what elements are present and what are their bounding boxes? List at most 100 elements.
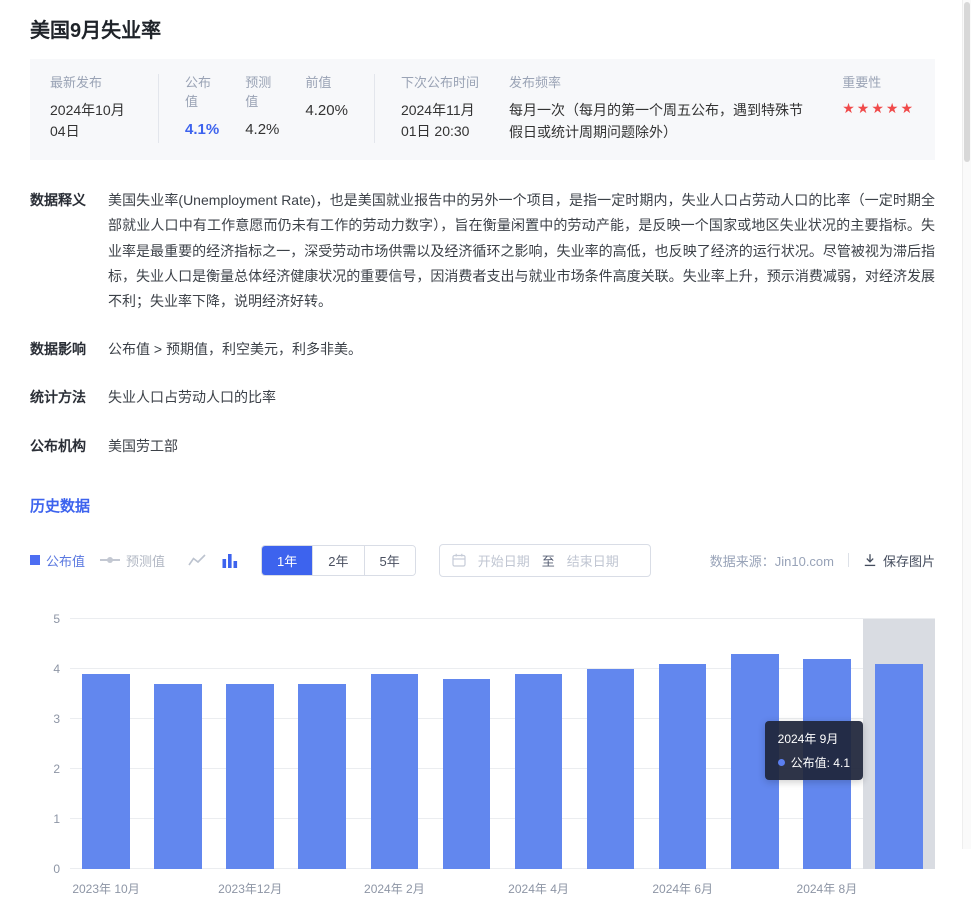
legend-square-icon (30, 555, 40, 565)
tab-2year[interactable]: 2年 (312, 546, 363, 575)
bar-slot-2023年12月[interactable] (214, 619, 286, 869)
x-axis-tick: 2023年12月 (218, 880, 282, 897)
bar[interactable] (298, 684, 346, 869)
info-label: 重要性 (842, 74, 915, 93)
x-axis-tick: 2024年 8月 (797, 880, 858, 897)
legend-label: 预测值 (126, 551, 165, 570)
section-label: 统计方法 (30, 385, 108, 410)
bar-chart-icon[interactable] (222, 553, 238, 568)
bar[interactable] (371, 674, 419, 869)
x-axis-tick: 2024年 4月 (508, 880, 569, 897)
legend-forecast[interactable]: 预测值 (100, 551, 165, 570)
bar[interactable] (443, 679, 491, 869)
bar[interactable] (515, 674, 563, 869)
x-axis-tick: 2024年 6月 (652, 880, 713, 897)
unemployment-bar-chart: 012345 2024年 9月 公布值: 4.1 2023年 10月 2023年1… (30, 619, 935, 901)
bar-slot-2024年8月[interactable] (791, 619, 863, 869)
bar-slot-2024年4月[interactable] (502, 619, 574, 869)
y-axis-tick: 2 (53, 762, 60, 776)
info-previous-value: 前值 4.20% (305, 74, 348, 122)
tab-5year[interactable]: 5年 (364, 546, 415, 575)
legend-label: 公布值 (46, 551, 85, 570)
bar-slot-2024年2月[interactable] (358, 619, 430, 869)
info-label: 发布频率 (509, 74, 809, 93)
description-sections: 数据释义 美国失业率(Unemployment Rate)，也是美国就业报告中的… (30, 188, 935, 459)
date-range-to-label: 至 (542, 551, 555, 570)
section-data-impact: 数据影响 公布值 > 预期值，利空美元，利多非美。 (30, 337, 935, 362)
section-statistics-method: 统计方法 失业人口占劳动人口的比率 (30, 385, 935, 410)
y-axis-tick: 1 (53, 812, 60, 826)
info-label: 最新发布 (50, 74, 132, 93)
bar-slot-2024年6月[interactable] (647, 619, 719, 869)
toolbar-divider (848, 553, 849, 567)
bar-slot-2023年10月[interactable] (70, 619, 142, 869)
section-content: 失业人口占劳动人口的比率 (108, 385, 935, 410)
info-divider (158, 74, 159, 143)
chart-type-switcher (188, 553, 238, 568)
y-axis: 012345 (30, 619, 66, 869)
save-image-label: 保存图片 (883, 551, 935, 570)
info-label: 下次公布时间 (401, 74, 483, 93)
x-axis-tick: 2024年 2月 (364, 880, 425, 897)
y-axis-tick: 4 (53, 662, 60, 676)
section-label: 数据释义 (30, 188, 108, 314)
bar[interactable] (226, 684, 274, 869)
info-latest-release: 最新发布 2024年10月04日 (50, 74, 132, 142)
bar[interactable] (154, 684, 202, 869)
importance-stars: ★★★★★ (842, 100, 915, 117)
bar[interactable] (82, 674, 130, 869)
info-release-frequency: 发布频率 每月一次（每月的第一个周五公布，遇到特殊节假日或统计周期问题除外） (509, 74, 809, 143)
info-value: 4.2% (245, 119, 279, 142)
chart-plot-area: 012345 2024年 9月 公布值: 4.1 (70, 619, 935, 869)
y-axis-tick: 3 (53, 712, 60, 726)
bar-slot-2024年7月[interactable] (719, 619, 791, 869)
info-label: 前值 (305, 74, 348, 93)
info-importance: 重要性 ★★★★★ (842, 74, 915, 117)
section-publishing-agency: 公布机构 美国劳工部 (30, 434, 935, 459)
tab-1year[interactable]: 1年 (262, 546, 312, 575)
legend-line-dot-icon (100, 556, 120, 564)
bar[interactable] (875, 664, 923, 869)
end-date-input[interactable]: 结束日期 (567, 551, 619, 570)
y-axis-tick: 0 (53, 862, 60, 876)
scrollbar-thumb[interactable] (964, 2, 970, 162)
data-source-label: 数据来源：Jin10.com (710, 551, 834, 570)
range-tabs: 1年 2年 5年 (261, 545, 416, 576)
info-divider (374, 74, 375, 143)
section-label: 公布机构 (30, 434, 108, 459)
bar[interactable] (587, 669, 635, 869)
start-date-input[interactable]: 开始日期 (478, 551, 530, 570)
bars-row (70, 619, 935, 869)
bar-slot-2024年1月[interactable] (286, 619, 358, 869)
history-data-title: 历史数据 (30, 495, 935, 516)
date-range-picker[interactable]: 开始日期 至 结束日期 (439, 544, 651, 577)
info-published-value: 公布值 4.1% (185, 74, 219, 141)
info-value: 每月一次（每月的第一个周五公布，遇到特殊节假日或统计周期问题除外） (509, 100, 809, 143)
bar-slot-2024年5月[interactable] (575, 619, 647, 869)
page-scrollbar[interactable] (962, 0, 971, 849)
info-next-release: 下次公布时间 2024年11月01日 20:30 (401, 74, 483, 142)
chart-toolbar: 公布值 预测值 1年 2年 5年 开始日期 至 结束日期 (30, 544, 935, 577)
info-value: 2024年10月04日 (50, 100, 132, 142)
page: 美国9月失业率 最新发布 2024年10月04日 公布值 4.1% 预测值 4.… (0, 0, 971, 901)
x-axis: 2023年 10月 2023年12月 2024年 2月 2024年 4月 2024年 6… (70, 869, 935, 901)
info-bar: 最新发布 2024年10月04日 公布值 4.1% 预测值 4.2% 前值 4.… (30, 59, 935, 160)
bar-slot-2024年3月[interactable] (430, 619, 502, 869)
toolbar-right: 数据来源：Jin10.com 保存图片 (710, 551, 935, 570)
section-data-definition: 数据释义 美国失业率(Unemployment Rate)，也是美国就业报告中的… (30, 188, 935, 314)
save-image-button[interactable]: 保存图片 (863, 551, 935, 570)
legend-published[interactable]: 公布值 (30, 551, 85, 570)
section-content: 美国失业率(Unemployment Rate)，也是美国就业报告中的另外一个项… (108, 188, 935, 314)
line-chart-icon[interactable] (188, 553, 206, 568)
info-value: 4.20% (305, 100, 348, 123)
x-axis-tick: 2023年 10月 (72, 880, 139, 897)
bar[interactable] (803, 659, 851, 869)
bar-slot-2023年11月[interactable] (142, 619, 214, 869)
bar[interactable] (659, 664, 707, 869)
page-title: 美国9月失业率 (30, 14, 935, 43)
info-label: 预测值 (245, 74, 277, 112)
calendar-icon (452, 553, 466, 567)
bar[interactable] (731, 654, 779, 869)
info-value: 2024年11月01日 20:30 (401, 100, 483, 142)
bar-slot-2024年9月[interactable] (863, 619, 935, 869)
